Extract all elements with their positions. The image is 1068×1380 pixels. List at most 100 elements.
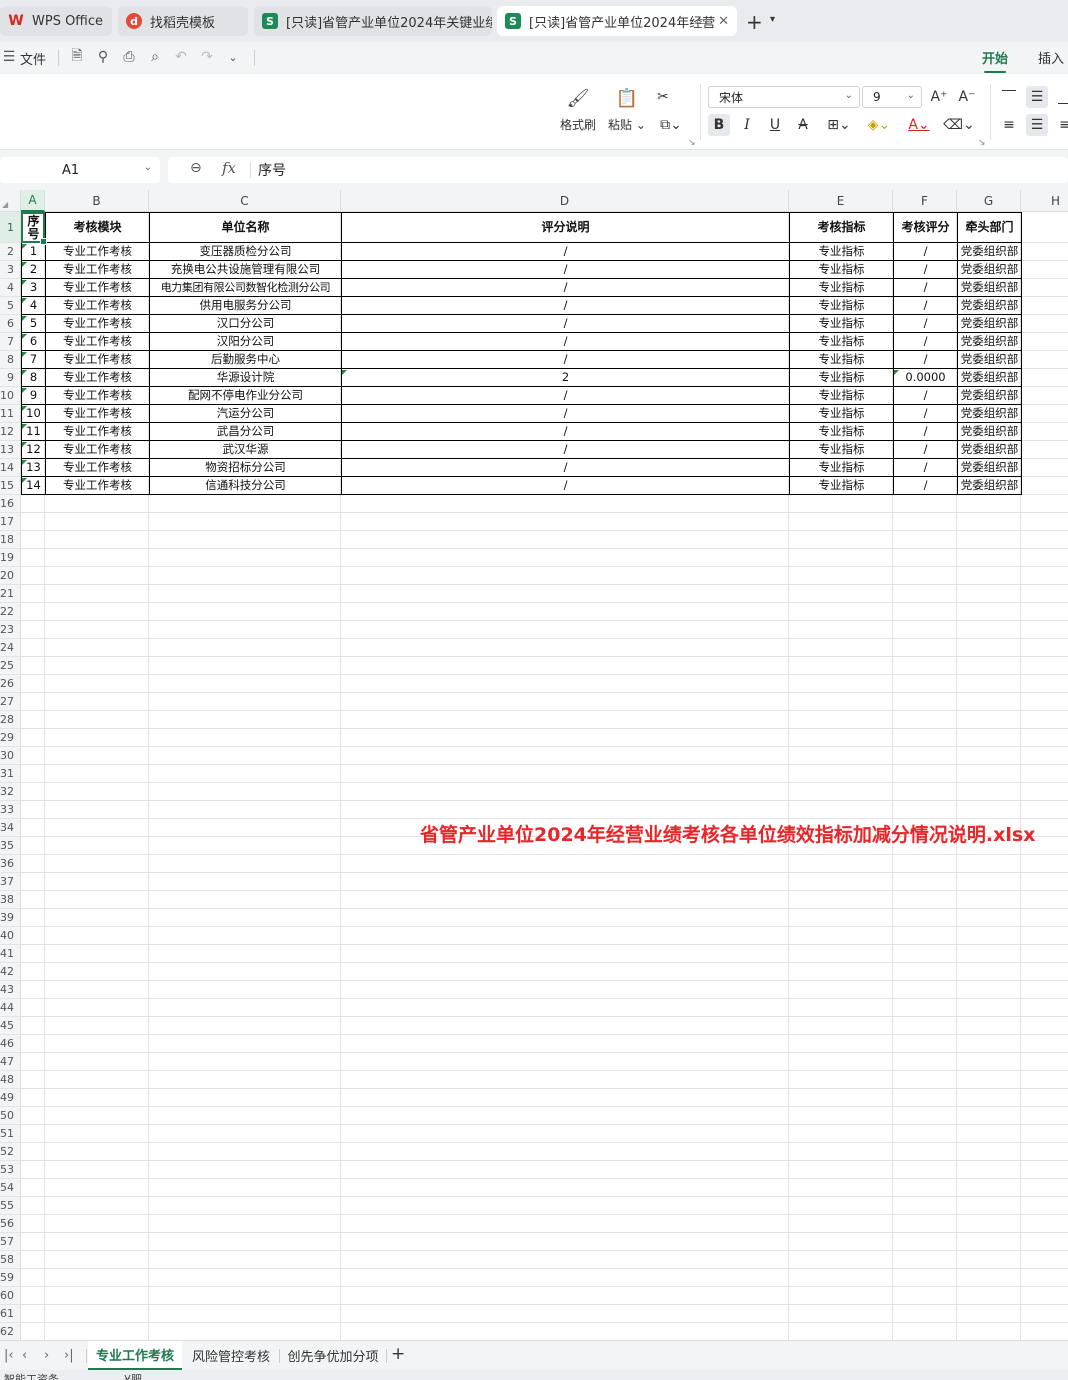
table-cell[interactable]: / bbox=[341, 296, 790, 315]
row-header[interactable]: 32 bbox=[0, 783, 21, 801]
strikethrough-icon[interactable]: A bbox=[792, 114, 814, 136]
add-sheet-icon[interactable]: + bbox=[391, 1344, 405, 1364]
table-cell[interactable]: 汽运分公司 bbox=[149, 404, 342, 423]
table-cell[interactable]: 专业指标 bbox=[789, 458, 894, 477]
row-header[interactable]: 43 bbox=[0, 981, 21, 999]
launcher-icon[interactable]: ↘ bbox=[688, 138, 696, 148]
row-header[interactable]: 60 bbox=[0, 1287, 21, 1305]
table-cell[interactable]: / bbox=[893, 476, 958, 495]
table-cell[interactable]: / bbox=[341, 458, 790, 477]
table-cell[interactable]: / bbox=[341, 314, 790, 333]
row-header[interactable]: 28 bbox=[0, 711, 21, 729]
row-header[interactable]: 51 bbox=[0, 1125, 21, 1143]
row-header[interactable]: 44 bbox=[0, 999, 21, 1017]
row-header[interactable]: 2 bbox=[0, 243, 21, 261]
table-cell[interactable]: / bbox=[341, 350, 790, 369]
share-icon[interactable]: ⚲ bbox=[94, 48, 112, 66]
table-cell[interactable]: 党委组织部 bbox=[957, 404, 1022, 423]
table-cell[interactable]: 2 bbox=[341, 368, 790, 387]
name-box[interactable]: A1 ⌄ bbox=[0, 157, 160, 183]
row-header[interactable]: 45 bbox=[0, 1017, 21, 1035]
table-cell[interactable]: 专业工作考核 bbox=[45, 242, 150, 261]
row-header[interactable]: 29 bbox=[0, 729, 21, 747]
column-header-g[interactable]: G bbox=[957, 190, 1021, 212]
table-cell[interactable]: 专业工作考核 bbox=[45, 422, 150, 441]
table-cell[interactable]: 专业指标 bbox=[789, 296, 894, 315]
row-header[interactable]: 36 bbox=[0, 855, 21, 873]
salary-slip-button[interactable]: 智能工资条 bbox=[4, 1371, 59, 1380]
row-header[interactable]: 5 bbox=[0, 297, 21, 315]
table-header-cell[interactable]: 考核指标 bbox=[789, 212, 894, 243]
table-cell[interactable]: 专业工作考核 bbox=[45, 458, 150, 477]
bold-icon[interactable]: B bbox=[708, 114, 730, 136]
fill-color-icon[interactable]: ◈⌄ bbox=[862, 114, 896, 136]
row-header[interactable]: 8 bbox=[0, 351, 21, 369]
align-right-icon[interactable]: ≡ bbox=[1054, 114, 1068, 136]
file-menu[interactable]: 文件 bbox=[20, 49, 46, 68]
print-icon[interactable]: ⎙ bbox=[120, 48, 138, 66]
sheet-tab-excellence[interactable]: 创先争优加分项 bbox=[280, 1341, 386, 1370]
table-cell[interactable]: 专业指标 bbox=[789, 476, 894, 495]
row-header[interactable]: 20 bbox=[0, 567, 21, 585]
table-cell[interactable]: 专业指标 bbox=[789, 332, 894, 351]
row-header[interactable]: 30 bbox=[0, 747, 21, 765]
row-header[interactable]: 33 bbox=[0, 801, 21, 819]
table-cell[interactable]: 党委组织部 bbox=[957, 440, 1022, 459]
table-cell[interactable]: 武昌分公司 bbox=[149, 422, 342, 441]
row-header[interactable]: 53 bbox=[0, 1161, 21, 1179]
row-header[interactable]: 42 bbox=[0, 963, 21, 981]
table-cell[interactable]: 专业指标 bbox=[789, 314, 894, 333]
table-cell[interactable]: / bbox=[341, 440, 790, 459]
row-header[interactable]: 9 bbox=[0, 369, 21, 387]
close-icon[interactable]: ✕ bbox=[718, 14, 729, 29]
table-cell[interactable]: / bbox=[893, 242, 958, 261]
row-header[interactable]: 19 bbox=[0, 549, 21, 567]
table-cell[interactable]: 党委组织部 bbox=[957, 350, 1022, 369]
table-cell[interactable]: 党委组织部 bbox=[957, 260, 1022, 279]
table-cell[interactable]: 专业工作考核 bbox=[45, 404, 150, 423]
row-header[interactable]: 56 bbox=[0, 1215, 21, 1233]
align-left-icon[interactable]: ≡ bbox=[998, 114, 1020, 136]
cut-icon[interactable]: ✂ bbox=[652, 86, 674, 108]
sheet-tab-professional[interactable]: 专业工作考核 bbox=[88, 1341, 182, 1370]
row-header[interactable]: 14 bbox=[0, 459, 21, 477]
table-cell[interactable]: / bbox=[341, 422, 790, 441]
column-header-e[interactable]: E bbox=[789, 190, 893, 212]
table-cell[interactable]: 专业工作考核 bbox=[45, 476, 150, 495]
table-cell[interactable]: 党委组织部 bbox=[957, 314, 1022, 333]
table-cell[interactable]: 专业指标 bbox=[789, 368, 894, 387]
table-cell[interactable]: / bbox=[893, 260, 958, 279]
redo-icon[interactable]: ↷ bbox=[198, 48, 216, 66]
table-cell[interactable]: 0.0000 bbox=[893, 368, 958, 387]
row-header[interactable]: 34 bbox=[0, 819, 21, 837]
table-cell[interactable]: 专业工作考核 bbox=[45, 296, 150, 315]
row-header[interactable]: 39 bbox=[0, 909, 21, 927]
column-header-d[interactable]: D bbox=[341, 190, 789, 212]
column-header-h[interactable]: H bbox=[1021, 190, 1068, 212]
row-header[interactable]: 25 bbox=[0, 657, 21, 675]
column-header-a[interactable]: A bbox=[21, 190, 45, 212]
table-cell[interactable]: / bbox=[893, 296, 958, 315]
row-header[interactable]: 15 bbox=[0, 477, 21, 495]
align-center-icon[interactable]: ☰ bbox=[1026, 114, 1048, 136]
chevron-down-icon[interactable]: ▾ bbox=[770, 14, 775, 25]
table-header-cell[interactable]: 考核评分 bbox=[893, 212, 958, 243]
chevron-down-icon[interactable]: ⌄ bbox=[224, 48, 242, 66]
row-header[interactable]: 46 bbox=[0, 1035, 21, 1053]
row-header[interactable]: 54 bbox=[0, 1179, 21, 1197]
table-cell[interactable]: / bbox=[341, 278, 790, 297]
tab-wps-office[interactable]: W WPS Office bbox=[0, 6, 112, 36]
table-cell[interactable]: / bbox=[893, 386, 958, 405]
launcher-icon[interactable]: ↘ bbox=[978, 138, 986, 148]
column-header-f[interactable]: F bbox=[893, 190, 957, 212]
row-header[interactable]: 7 bbox=[0, 333, 21, 351]
row-header[interactable]: 17 bbox=[0, 513, 21, 531]
column-header-c[interactable]: C bbox=[149, 190, 341, 212]
row-header[interactable]: 12 bbox=[0, 423, 21, 441]
table-cell[interactable]: / bbox=[893, 332, 958, 351]
table-cell[interactable]: 充换电公共设施管理有限公司 bbox=[149, 260, 342, 279]
row-header[interactable]: 59 bbox=[0, 1269, 21, 1287]
formula-input[interactable]: ⊖ fx 序号 bbox=[168, 157, 1068, 183]
tab-daoke[interactable]: d 找稻壳模板 bbox=[118, 6, 248, 36]
table-cell[interactable]: 专业工作考核 bbox=[45, 260, 150, 279]
